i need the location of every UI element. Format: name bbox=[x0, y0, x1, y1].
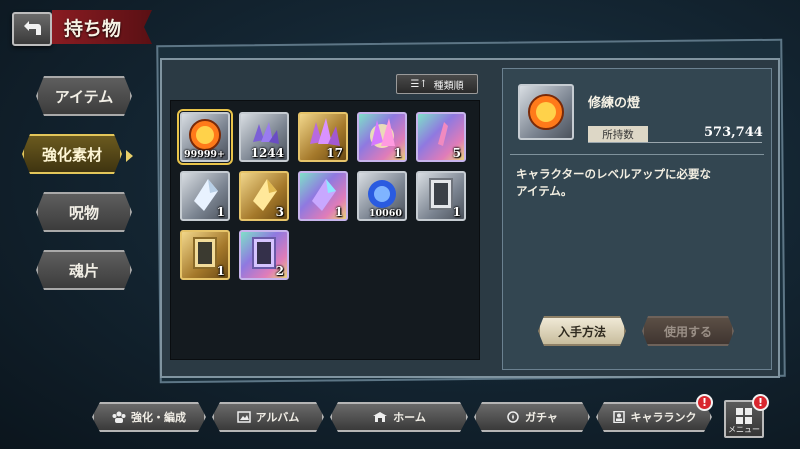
nav-gacha[interactable]: ガチャ bbox=[474, 402, 590, 432]
nav-label: ガチャ bbox=[525, 411, 558, 424]
item-count: 2 bbox=[275, 264, 284, 278]
item-count: 1 bbox=[452, 205, 461, 219]
back-arrow-icon bbox=[24, 21, 41, 35]
nav-label: 強化・編成 bbox=[131, 411, 186, 424]
item-slot[interactable]: 10060 bbox=[357, 171, 407, 221]
item-slot[interactable]: 5 bbox=[416, 112, 466, 162]
active-tab-arrow-icon bbox=[126, 150, 133, 162]
nav-character-rank[interactable]: キャラランク bbox=[596, 402, 712, 432]
gacha-icon bbox=[506, 411, 520, 423]
home-icon bbox=[372, 411, 388, 423]
item-slot[interactable]: 3 bbox=[239, 171, 289, 221]
item-description: キャラクターのレベルアップに必要な アイテム。 bbox=[516, 166, 766, 200]
item-slot[interactable]: 1 bbox=[416, 171, 466, 221]
item-count: 1 bbox=[216, 264, 225, 278]
tab-curses[interactable]: 呪物 bbox=[36, 192, 132, 232]
item-count: 1 bbox=[334, 205, 343, 219]
item-count: 1244 bbox=[250, 146, 284, 160]
rank-icon bbox=[612, 411, 626, 423]
item-count: 10060 bbox=[368, 208, 402, 219]
album-icon bbox=[237, 411, 251, 423]
item-count: 1 bbox=[216, 205, 225, 219]
quantity-value: 573,744 bbox=[704, 125, 763, 140]
description-line: キャラクターのレベルアップに必要な bbox=[516, 167, 712, 181]
sort-label: 種類順 bbox=[433, 80, 464, 92]
fire-orb-icon bbox=[528, 94, 564, 130]
item-slot[interactable]: 17 bbox=[298, 112, 348, 162]
item-slot[interactable]: 1 bbox=[298, 171, 348, 221]
nav-home[interactable]: ホーム bbox=[330, 402, 468, 432]
item-count: 1 bbox=[393, 146, 402, 160]
item-count: 17 bbox=[326, 146, 343, 160]
item-slot[interactable]: 99999+ bbox=[177, 109, 233, 165]
description-line: アイテム。 bbox=[516, 184, 573, 198]
notification-badge: ! bbox=[696, 394, 713, 411]
tab-enhance-materials[interactable]: 強化素材 bbox=[22, 134, 122, 174]
item-slot[interactable]: 1 bbox=[180, 171, 230, 221]
item-count: 99999+ bbox=[183, 149, 225, 160]
item-slot[interactable]: 1 bbox=[357, 112, 407, 162]
quantity-label: 所持数 bbox=[588, 126, 648, 142]
page-title: 持ち物 bbox=[52, 10, 152, 44]
item-slot[interactable]: 1244 bbox=[239, 112, 289, 162]
item-slot[interactable]: 2 bbox=[239, 230, 289, 280]
nav-label: アルバム bbox=[255, 411, 300, 424]
item-slot[interactable]: 1 bbox=[180, 230, 230, 280]
back-button[interactable] bbox=[12, 12, 52, 46]
item-count: 3 bbox=[275, 205, 284, 219]
menu-label: メニュー bbox=[728, 425, 760, 434]
nav-enhance-formation[interactable]: 強化・編成 bbox=[92, 402, 206, 432]
how-to-obtain-button[interactable]: 入手方法 bbox=[538, 316, 626, 346]
nav-label: キャラランク bbox=[630, 411, 697, 424]
selected-item-icon bbox=[518, 84, 574, 140]
tab-items[interactable]: アイテム bbox=[36, 76, 132, 116]
tab-soul-fragments[interactable]: 魂片 bbox=[36, 250, 132, 290]
nav-album[interactable]: アルバム bbox=[212, 402, 324, 432]
nav-label: ホーム bbox=[393, 411, 426, 424]
group-icon bbox=[112, 411, 126, 423]
sort-button[interactable]: ☰↑ 種類順 bbox=[396, 74, 478, 94]
use-button[interactable]: 使用する bbox=[642, 316, 734, 346]
detail-divider bbox=[510, 154, 764, 155]
quantity-underline bbox=[588, 142, 762, 143]
item-count: 5 bbox=[452, 146, 461, 160]
item-name: 修練の燈 bbox=[588, 96, 641, 111]
sort-icon: ☰↑ bbox=[410, 78, 428, 90]
notification-badge: ! bbox=[752, 394, 769, 411]
